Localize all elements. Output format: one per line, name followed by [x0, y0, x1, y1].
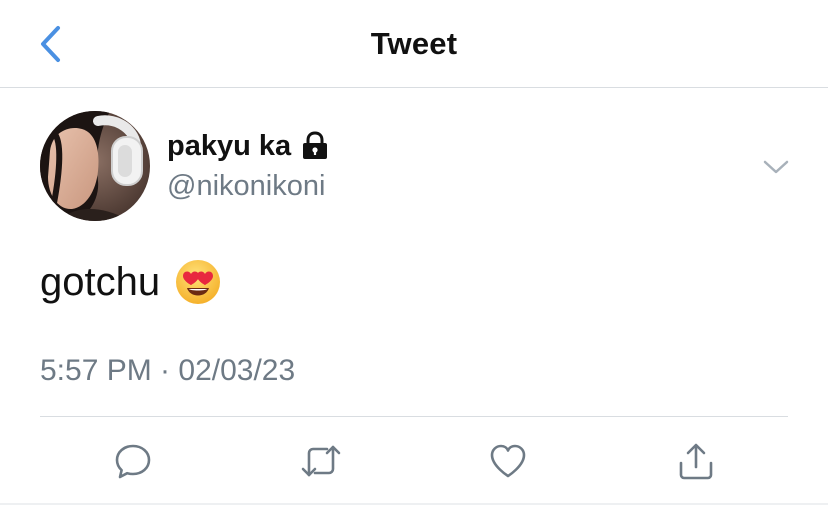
like-button[interactable] [485, 438, 531, 484]
tweet-timestamp[interactable]: 5:57 PM · 02/03/23 [40, 354, 295, 388]
tweet-text: gotchu [40, 258, 222, 306]
tweet-text-content: gotchu [40, 259, 161, 304]
retweet-button[interactable] [298, 438, 344, 484]
nav-header: Tweet [0, 0, 828, 88]
share-button[interactable] [673, 438, 719, 484]
heart-eyes-emoji-icon [176, 260, 221, 304]
share-icon [679, 443, 713, 480]
divider [40, 416, 788, 417]
author-name-row[interactable]: pakyu ka [167, 128, 329, 164]
tweet-detail-screen: Tweet pakyu ka @nikonikoni gotchu 5:57 P… [0, 0, 828, 505]
chevron-down-icon [763, 160, 789, 174]
page-title: Tweet [370, 26, 458, 61]
author-handle[interactable]: @nikonikoni [167, 170, 325, 203]
tweet-menu-button[interactable] [756, 150, 796, 184]
retweet-icon [301, 445, 341, 477]
reply-button[interactable] [110, 438, 156, 484]
display-name: pakyu ka [167, 129, 292, 162]
lock-icon [303, 131, 328, 159]
avatar-image [40, 111, 150, 221]
reply-icon [115, 444, 151, 479]
heart-icon [490, 444, 526, 478]
avatar[interactable] [40, 111, 150, 221]
